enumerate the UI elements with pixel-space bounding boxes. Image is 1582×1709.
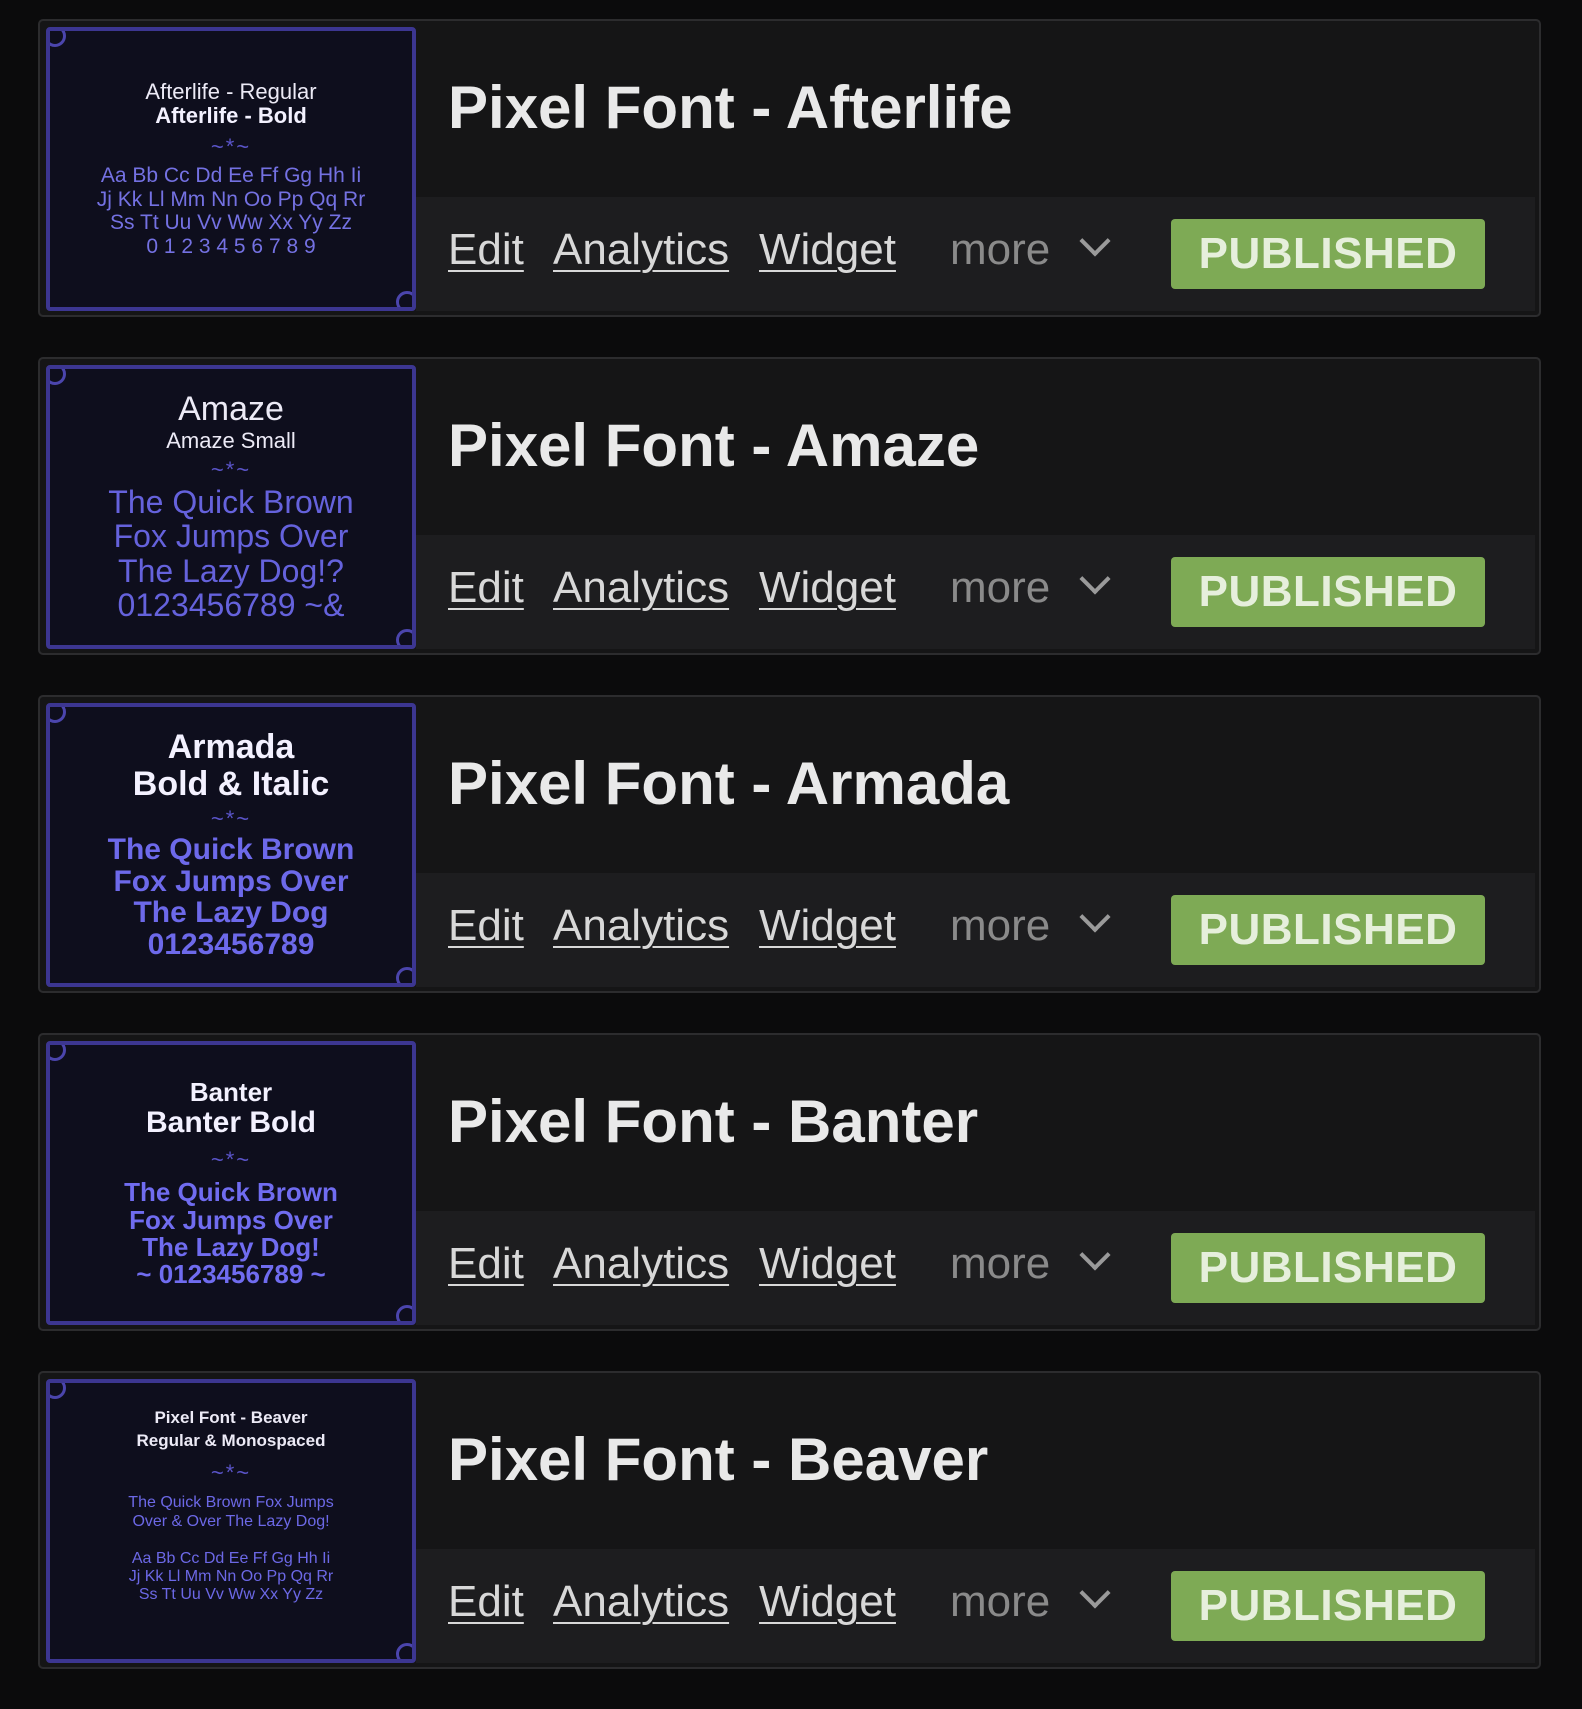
- more-label: more: [950, 901, 1051, 950]
- project-list: Afterlife - Regular Afterlife - Bold ~*~…: [38, 19, 1541, 1709]
- widget-link[interactable]: Widget: [759, 1577, 896, 1627]
- thumb-title: Afterlife - Regular: [145, 78, 317, 104]
- thumb-title: Pixel Font - Beaver: [154, 1408, 308, 1427]
- thumb-title: Banter: [189, 1076, 273, 1107]
- thumbnail-preview: Armada Bold & Italic ~*~ The Quick Brown…: [56, 715, 406, 975]
- project-card: Armada Bold & Italic ~*~ The Quick Brown…: [38, 695, 1541, 993]
- thumb-sample: The Quick Brown Fox Jumps Over The Lazy …: [108, 483, 354, 624]
- project-actions: Edit Analytics Widget more PUBLISHED: [416, 1549, 1535, 1663]
- widget-link[interactable]: Widget: [759, 225, 896, 275]
- thumb-subtitle: Afterlife - Bold: [155, 102, 307, 128]
- more-dropdown[interactable]: more: [950, 225, 1111, 275]
- thumb-sample: Aa Bb Cc Dd Ee Ff Gg Hh Ii Jj Kk Ll Mm N…: [96, 164, 366, 258]
- analytics-link[interactable]: Analytics: [553, 563, 729, 613]
- edit-link[interactable]: Edit: [448, 1239, 524, 1289]
- more-label: more: [950, 1239, 1051, 1288]
- thumb-sample: The Quick Brown Fox Jumps Over The Lazy …: [107, 832, 355, 962]
- widget-link[interactable]: Widget: [759, 1239, 896, 1289]
- thumb-sample: The Quick Brown Fox Jumps Over The Lazy …: [124, 1177, 338, 1290]
- chevron-down-icon: [1079, 1239, 1111, 1271]
- published-status-button[interactable]: PUBLISHED: [1171, 1571, 1485, 1641]
- more-label: more: [950, 225, 1051, 274]
- thumbnail-preview: Afterlife - Regular Afterlife - Bold ~*~…: [56, 39, 406, 299]
- project-title[interactable]: Pixel Font - Armada: [448, 749, 1009, 818]
- ornament-icon: ~*~: [210, 134, 252, 160]
- analytics-link[interactable]: Analytics: [553, 901, 729, 951]
- project-card: Amaze Amaze Small ~*~ The Quick Brown Fo…: [38, 357, 1541, 655]
- chevron-down-icon: [1079, 1577, 1111, 1609]
- thumb-subtitle: Amaze Small: [166, 427, 296, 453]
- project-actions: Edit Analytics Widget more PUBLISHED: [416, 873, 1535, 987]
- widget-link[interactable]: Widget: [759, 563, 896, 613]
- project-thumbnail[interactable]: Armada Bold & Italic ~*~ The Quick Brown…: [46, 703, 416, 987]
- more-label: more: [950, 1577, 1051, 1626]
- ornament-icon: ~*~: [210, 1460, 252, 1486]
- project-thumbnail[interactable]: Banter Banter Bold ~*~ The Quick Brown F…: [46, 1041, 416, 1325]
- project-actions: Edit Analytics Widget more PUBLISHED: [416, 1211, 1535, 1325]
- more-label: more: [950, 563, 1051, 612]
- analytics-link[interactable]: Analytics: [553, 1239, 729, 1289]
- more-dropdown[interactable]: more: [950, 901, 1111, 951]
- chevron-down-icon: [1079, 901, 1111, 933]
- edit-link[interactable]: Edit: [448, 901, 524, 951]
- edit-link[interactable]: Edit: [448, 225, 524, 275]
- analytics-link[interactable]: Analytics: [553, 1577, 729, 1627]
- ornament-icon: ~*~: [210, 456, 252, 482]
- project-thumbnail[interactable]: Amaze Amaze Small ~*~ The Quick Brown Fo…: [46, 365, 416, 649]
- more-dropdown[interactable]: more: [950, 1239, 1111, 1289]
- thumb-subtitle: Regular & Monospaced: [136, 1430, 326, 1450]
- project-title[interactable]: Pixel Font - Amaze: [448, 411, 979, 480]
- edit-link[interactable]: Edit: [448, 1577, 524, 1627]
- ornament-icon: ~*~: [210, 805, 252, 831]
- thumbnail-preview: Banter Banter Bold ~*~ The Quick Brown F…: [56, 1053, 406, 1313]
- project-thumbnail[interactable]: Pixel Font - Beaver Regular & Monospaced…: [46, 1379, 416, 1663]
- published-status-button[interactable]: PUBLISHED: [1171, 895, 1485, 965]
- more-dropdown[interactable]: more: [950, 1577, 1111, 1627]
- widget-link[interactable]: Widget: [759, 901, 896, 951]
- ornament-icon: ~*~: [210, 1147, 252, 1173]
- project-card: Pixel Font - Beaver Regular & Monospaced…: [38, 1371, 1541, 1669]
- edit-link[interactable]: Edit: [448, 563, 524, 613]
- analytics-link[interactable]: Analytics: [553, 225, 729, 275]
- project-title[interactable]: Pixel Font - Banter: [448, 1087, 978, 1156]
- chevron-down-icon: [1079, 563, 1111, 595]
- project-title[interactable]: Pixel Font - Beaver: [448, 1425, 988, 1494]
- chevron-down-icon: [1079, 225, 1111, 257]
- thumb-title: Armada: [167, 728, 295, 767]
- published-status-button[interactable]: PUBLISHED: [1171, 557, 1485, 627]
- thumbnail-preview: Pixel Font - Beaver Regular & Monospaced…: [56, 1391, 406, 1651]
- published-status-button[interactable]: PUBLISHED: [1171, 1233, 1485, 1303]
- thumb-sample: The Quick Brown Fox Jumps Over & Over Th…: [128, 1494, 334, 1604]
- project-thumbnail[interactable]: Afterlife - Regular Afterlife - Bold ~*~…: [46, 27, 416, 311]
- project-actions: Edit Analytics Widget more PUBLISHED: [416, 535, 1535, 649]
- thumb-subtitle: Banter Bold: [145, 1106, 316, 1140]
- project-actions: Edit Analytics Widget more PUBLISHED: [416, 197, 1535, 311]
- more-dropdown[interactable]: more: [950, 563, 1111, 613]
- project-card: Afterlife - Regular Afterlife - Bold ~*~…: [38, 19, 1541, 317]
- thumb-subtitle: Bold & Italic: [132, 765, 330, 804]
- thumbnail-preview: Amaze Amaze Small ~*~ The Quick Brown Fo…: [56, 377, 406, 637]
- published-status-button[interactable]: PUBLISHED: [1171, 219, 1485, 289]
- project-card: Banter Banter Bold ~*~ The Quick Brown F…: [38, 1033, 1541, 1331]
- thumb-title: Amaze: [178, 390, 284, 429]
- project-title[interactable]: Pixel Font - Afterlife: [448, 73, 1013, 142]
